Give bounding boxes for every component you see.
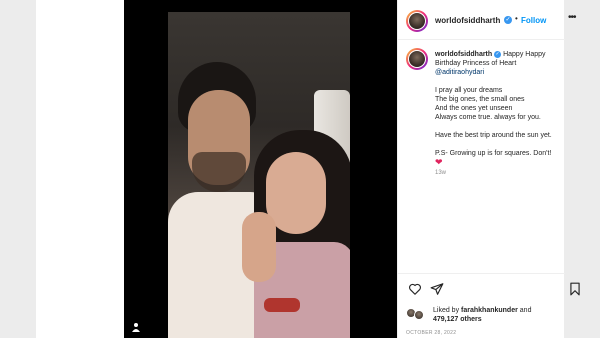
woman-hand [242,212,276,282]
post-date: OCTOBER 28, 2022 [406,330,457,336]
caption-avatar[interactable] [406,48,428,70]
caption: worldofsiddharth ✓ Happy Happy Birthday … [435,50,565,178]
poem-line: I pray all your dreams [435,87,503,94]
post-sidebar: worldofsiddharth ✓ • Follow ••• worldofs… [397,0,580,338]
like-icon[interactable] [408,282,422,296]
liker-username[interactable]: farahkhankunder [461,307,518,314]
liker-avatar[interactable] [414,310,424,320]
post-header: worldofsiddharth ✓ • Follow ••• [398,0,576,40]
caption-time[interactable]: 13w [435,169,565,178]
follow-button[interactable]: Follow [521,16,546,25]
verified-badge-icon: ✓ [494,50,502,58]
likes-prefix: Liked by [433,307,460,314]
more-options-icon[interactable]: ••• [568,12,576,23]
post-media[interactable] [124,0,397,338]
poem-line: And the ones yet unseen [435,105,513,112]
user-tag-icon[interactable] [131,322,141,332]
likes-summary: Liked by farahkhankunder and 479,127 oth… [433,306,563,324]
caption-poem: I pray all your dreams The big ones, the… [435,86,565,122]
post-modal: worldofsiddharth ✓ • Follow ••• worldofs… [36,0,580,338]
mention-link[interactable]: @aditiraohydari [435,69,484,76]
verified-badge-icon: ✓ [504,16,512,24]
caption-para3: P.S- Growing up is for squares. Don't! [435,150,552,157]
poem-line: Always come true. always for you. [435,114,541,121]
share-icon[interactable] [430,282,444,296]
post-photo[interactable] [168,12,350,338]
red-bangle [264,298,300,312]
post-actions: Liked by farahkhankunder and 479,127 oth… [398,273,580,338]
caption-username[interactable]: worldofsiddharth [435,51,492,58]
heart-emoji-icon: ❤ [435,157,443,167]
header-username[interactable]: worldofsiddharth [435,16,500,25]
separator-dot: • [515,14,518,23]
caption-para2: Have the best trip around the sun yet. [435,132,552,139]
man-beard [192,152,246,192]
poem-line: The big ones, the small ones [435,96,525,103]
avatar[interactable] [406,10,428,32]
likes-count[interactable]: 479,127 others [433,316,482,323]
save-icon[interactable] [568,282,582,296]
likes-conj: and [519,307,532,314]
